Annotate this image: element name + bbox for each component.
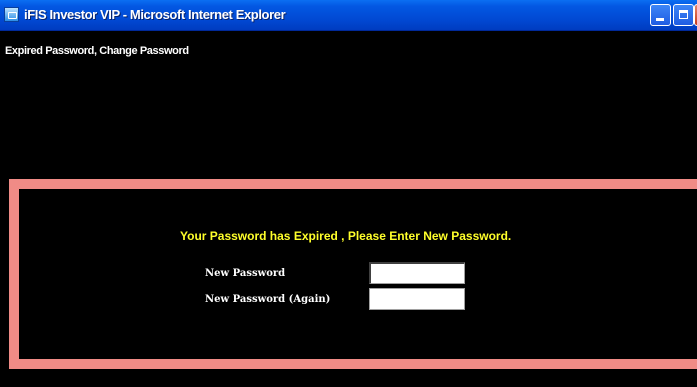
page-heading: Expired Password, Change Password (5, 45, 189, 57)
minimize-button[interactable] (650, 4, 671, 26)
title-bar[interactable]: iFIS Investor VIP - Microsoft Internet E… (0, 0, 697, 31)
change-password-panel: Your Password has Expired , Please Enter… (9, 179, 697, 369)
minimize-icon (656, 18, 664, 21)
browser-window: iFIS Investor VIP - Microsoft Internet E… (0, 0, 697, 387)
new-password-again-label: New Password (Again) (205, 294, 331, 305)
window-title: iFIS Investor VIP - Microsoft Internet E… (24, 7, 286, 22)
new-password-label: New Password (205, 268, 286, 279)
maximize-button[interactable] (673, 4, 694, 26)
maximize-icon (679, 10, 688, 19)
new-password-again-input[interactable] (369, 288, 465, 310)
internet-explorer-icon (4, 7, 19, 22)
new-password-input[interactable] (369, 262, 465, 284)
expired-password-message: Your Password has Expired , Please Enter… (180, 229, 512, 243)
